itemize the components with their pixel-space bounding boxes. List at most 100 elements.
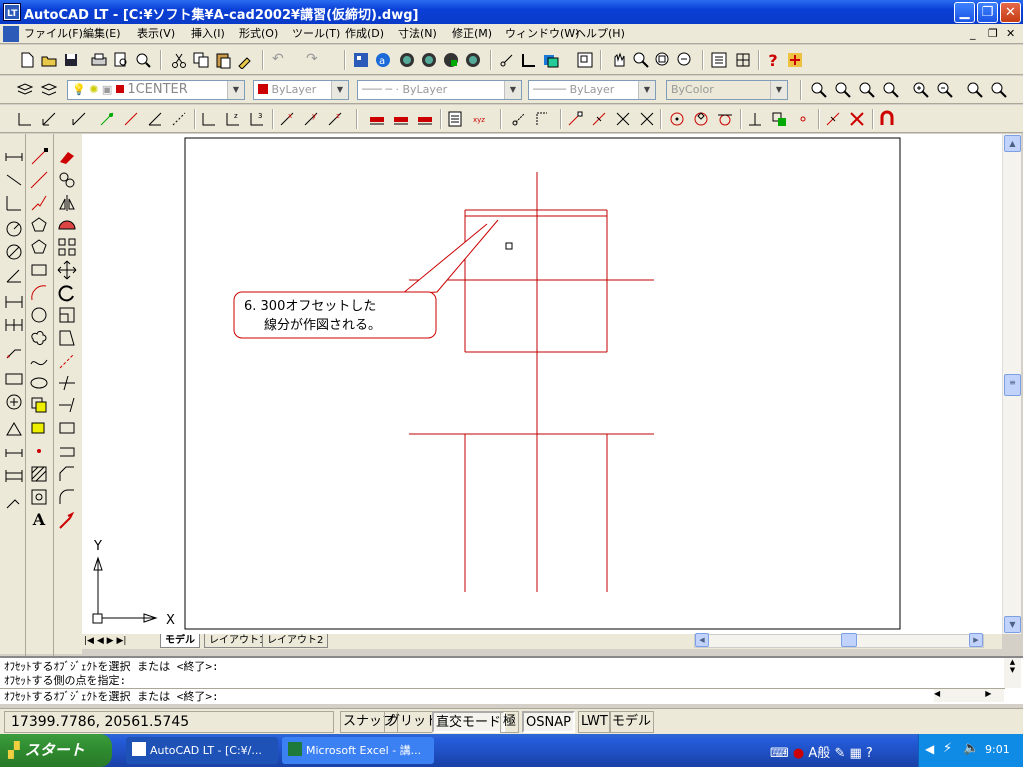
text-tool-icon[interactable]: A — [28, 510, 50, 532]
vertical-scrollbar[interactable]: ▲ ≡ ▼ — [1002, 134, 1021, 634]
zoom-scale-icon[interactable] — [858, 81, 876, 99]
mirror-tool-icon[interactable] — [56, 192, 78, 214]
dim-radius-icon[interactable] — [98, 110, 116, 128]
doc-minimize-icon[interactable]: _ — [970, 27, 976, 40]
tray-expand-icon[interactable]: ◀ — [925, 742, 934, 756]
extend-tool-icon[interactable] — [56, 394, 78, 416]
break-at-point-tool-icon[interactable] — [56, 440, 78, 462]
spell-check-icon[interactable] — [134, 51, 152, 69]
paste-icon[interactable] — [214, 51, 232, 69]
circle-tool-icon[interactable] — [28, 304, 50, 326]
dim-quick-icon[interactable] — [170, 110, 188, 128]
tab-next-icon[interactable]: ▶ — [107, 636, 114, 646]
taskbar-autocad[interactable]: AutoCAD LT - [C:¥/... — [126, 737, 278, 764]
drawing-area[interactable]: 6. 300オフセットした 線分が作図される。 Y X — [82, 134, 1002, 634]
volume-icon[interactable]: 🔈 — [963, 741, 979, 756]
copy-icon[interactable] — [192, 51, 210, 69]
dim-continue-icon[interactable]: z — [224, 110, 242, 128]
menu-window[interactable]: ウィンドウ(W) — [505, 26, 579, 42]
layer-manager-icon[interactable] — [542, 51, 560, 69]
insert-block-tool-icon[interactable] — [28, 394, 50, 416]
zoom-window-icon[interactable] — [810, 81, 828, 99]
zoom-out-icon[interactable] — [936, 81, 954, 99]
explode-tool-icon[interactable] — [56, 510, 78, 532]
polyline-tool-icon[interactable] — [28, 192, 50, 214]
help-icon[interactable]: ? — [764, 51, 782, 70]
snap-tracking-icon[interactable] — [510, 110, 528, 128]
snap-midpoint-icon[interactable] — [590, 110, 608, 128]
scroll-right-icon[interactable]: ▶ — [969, 633, 983, 647]
polar-mode-button[interactable]: 極 — [500, 711, 520, 733]
snap-none-icon[interactable] — [848, 110, 866, 128]
menu-edit[interactable]: 編集(E) — [83, 26, 121, 42]
dim-ordinate-icon[interactable] — [70, 110, 88, 128]
command-scrollbar[interactable]: ▲ ▼ — [1004, 658, 1021, 688]
region-tool-icon[interactable] — [28, 486, 50, 508]
web-icon[interactable]: a — [374, 51, 392, 69]
stretch-tool-icon[interactable] — [56, 327, 78, 349]
save-icon[interactable] — [62, 51, 80, 69]
plotstyle-dropdown[interactable]: ByColor ▼ — [666, 80, 788, 100]
tab-first-icon[interactable]: |◀ — [84, 636, 94, 646]
coordinate-display[interactable]: 17399.7786, 20561.5745 — [4, 711, 334, 733]
undo-icon[interactable]: ↶ — [272, 51, 290, 69]
tab-layout2[interactable]: レイアウト2 — [262, 634, 329, 648]
taskbar-excel[interactable]: Microsoft Excel - 講... — [282, 737, 434, 764]
ime-tool-icon[interactable]: ✎ — [834, 746, 845, 761]
pan-realtime-icon[interactable] — [610, 51, 628, 69]
match-properties-icon[interactable] — [236, 51, 254, 69]
cmd-scroll-up-icon[interactable]: ▲ — [1004, 658, 1021, 666]
rotate-tool-icon[interactable] — [56, 282, 78, 304]
menu-insert[interactable]: 挿入(I) — [191, 26, 225, 42]
dim-diameter-tool-icon[interactable] — [3, 241, 25, 263]
fillet-tool-icon[interactable] — [56, 486, 78, 508]
cmd-scroll-left-icon[interactable]: ◀ — [934, 689, 940, 698]
command-prompt[interactable]: ｵﾌｾｯﾄするｵﾌﾞｼﾞｪｸﾄを選択 または <終了>: — [4, 690, 219, 704]
copy-tool-icon[interactable] — [56, 169, 78, 191]
dim-linear-icon[interactable] — [16, 110, 34, 128]
menu-dimension[interactable]: 寸法(N) — [398, 26, 437, 42]
zoom-dynamic-icon[interactable] — [834, 81, 852, 99]
new-icon[interactable] — [18, 51, 36, 69]
snap-nearest-icon[interactable] — [824, 110, 842, 128]
tab-last-icon[interactable]: ▶| — [116, 636, 126, 646]
dim-baseline-icon[interactable] — [200, 110, 218, 128]
zoom-previous-icon[interactable] — [676, 51, 694, 69]
lineweight-dropdown[interactable]: ───── ByLayer ▼ — [528, 80, 656, 100]
xyz-icon[interactable]: xyz — [472, 110, 490, 128]
chamfer-tool-icon[interactable] — [56, 463, 78, 485]
dim-center-mark-icon[interactable]: y — [302, 110, 320, 128]
ime-help-icon[interactable]: ? — [866, 746, 873, 761]
design-center-icon[interactable] — [352, 51, 370, 69]
erase-tool-icon[interactable] — [56, 146, 78, 168]
zoom-window-icon[interactable] — [654, 51, 672, 69]
snap-quadrant-icon[interactable] — [692, 110, 710, 128]
dim-style-tool-icon[interactable] — [3, 492, 25, 514]
array-tool-icon[interactable] — [56, 236, 78, 258]
cmd-scroll-right-icon[interactable]: ▶ — [985, 689, 991, 698]
tolerance-tool-icon[interactable] — [3, 368, 25, 390]
dim-leader-tool-icon[interactable] — [3, 342, 25, 364]
polygon-tool-icon[interactable] — [28, 214, 50, 236]
break-tool-icon[interactable] — [56, 417, 78, 439]
ime-pad-icon[interactable]: ▦ — [849, 746, 861, 761]
ellipse-tool-icon[interactable] — [28, 372, 50, 394]
xline-tool-icon[interactable] — [28, 169, 50, 191]
network-icon[interactable]: ⚡ — [943, 741, 952, 756]
horizontal-scrollbar[interactable]: ◀ ▶ — [694, 633, 984, 648]
offset-tool-icon[interactable] — [56, 214, 78, 236]
snap-insert-icon[interactable] — [770, 110, 788, 128]
dim-diameter-icon[interactable] — [122, 110, 140, 128]
layer-dropdown[interactable]: 💡 ✺ ▣ 1CENTER ▼ — [67, 80, 245, 100]
dim-radius-tool-icon[interactable] — [3, 218, 25, 240]
command-hscroll[interactable]: ◀ ▶ — [934, 689, 1004, 702]
dim-aligned-icon[interactable] — [40, 110, 58, 128]
snap-node-icon[interactable] — [794, 110, 812, 128]
dim-quick-tool-icon[interactable] — [3, 291, 25, 313]
spline-tool-icon[interactable] — [28, 350, 50, 372]
tab-model[interactable]: モデル — [160, 634, 200, 648]
menu-modify[interactable]: 修正(M) — [452, 26, 492, 42]
dim-leader-icon[interactable]: 3 — [248, 110, 266, 128]
dim-edit-tool-icon[interactable] — [3, 418, 25, 440]
dim-tolerance-icon[interactable]: x — [278, 110, 296, 128]
